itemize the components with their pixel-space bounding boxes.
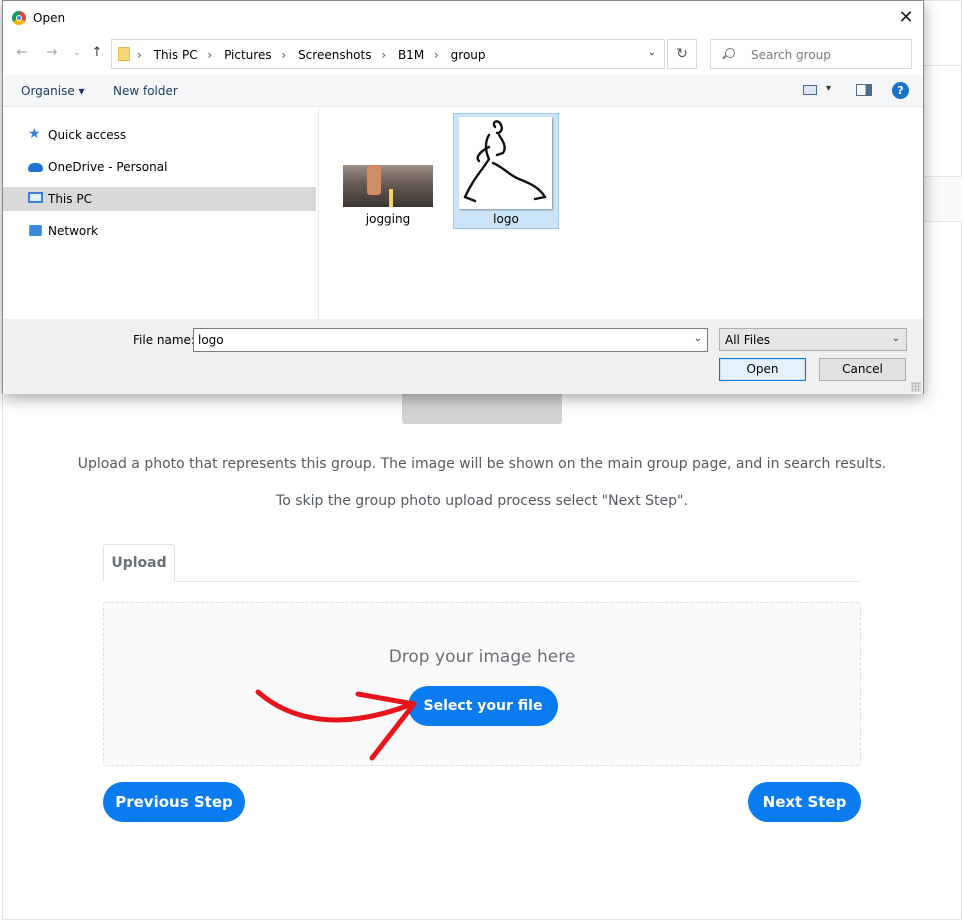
breadcrumb-b1m[interactable]: B1M [398,48,424,62]
tab-upload[interactable]: Upload [103,544,175,582]
breadcrumb-this-pc[interactable]: This PC [154,48,198,62]
sidebar-item-label: Quick access [48,128,127,142]
breadcrumb-group[interactable]: group [451,48,486,62]
address-bar[interactable]: › This PC › Pictures › Screenshots › B1M… [111,39,665,69]
jogging-thumbnail [343,165,433,207]
sidebar-item-network[interactable]: Network [3,219,316,243]
file-list: jogging logo [320,107,923,319]
breadcrumb-separator: › [281,48,287,62]
breadcrumb: › This PC › Pictures › Screenshots › B1M… [137,48,492,62]
next-step-button[interactable]: Next Step [748,782,861,822]
refresh-icon[interactable]: ↻ [667,39,697,69]
sidebar-item-label: OneDrive - Personal [48,160,168,174]
file-item-logo[interactable]: logo [453,113,559,229]
forward-arrow-icon[interactable]: → [43,45,61,60]
change-view-icon[interactable] [803,85,817,95]
view-options-dropdown-icon[interactable]: ▾ [826,83,831,94]
upload-description: Upload a photo that represents this grou… [77,456,887,472]
sidebar-item-label: Network [48,224,99,238]
breadcrumb-separator: › [137,48,142,62]
file-type-select[interactable]: All Files ⌄ [719,328,907,351]
preview-pane-icon[interactable] [856,84,872,96]
breadcrumb-separator: › [434,48,439,62]
group-photo-placeholder [402,392,562,424]
recent-locations-chevron-icon[interactable]: ⌄ [68,48,86,58]
dialog-title: Open [33,11,66,25]
file-name-field[interactable]: logo ⌄ [193,328,708,352]
search-icon [725,48,735,58]
organise-menu[interactable]: Organise ▾ [21,84,85,98]
computer-icon [28,192,43,203]
breadcrumb-screenshots[interactable]: Screenshots [298,48,371,62]
resize-grip-icon[interactable] [911,382,921,392]
navigation-bar: ← → ⌄ ↑ › This PC › Pictures › Screensho… [3,37,923,71]
page-tab-strip [924,176,962,222]
logo-thumbnail [459,117,552,209]
star-icon: ★ [28,126,41,142]
close-button[interactable]: ✕ [889,1,923,35]
file-name: logo [493,212,519,226]
navigation-pane: ★ Quick access OneDrive - Personal This … [3,107,319,319]
file-name-value: logo [198,333,224,347]
sidebar-item-quick-access[interactable]: ★ Quick access [3,123,316,147]
upload-tabs: Upload [103,544,861,582]
dialog-titlebar[interactable]: Open ✕ [3,1,923,35]
select-file-button[interactable]: Select your file [408,686,558,726]
image-dropzone[interactable]: Drop your image here Select your file [103,602,861,766]
breadcrumb-separator: › [381,48,387,62]
file-item-jogging[interactable]: jogging [339,157,437,229]
dialog-toolbar: Organise ▾ New folder ▾ ? [3,75,923,107]
back-arrow-icon[interactable]: ← [13,45,31,60]
cancel-button[interactable]: Cancel [819,358,906,381]
file-type-value: All Files [725,333,771,347]
page-header-divider [924,40,962,66]
search-input[interactable]: Search group [710,39,912,69]
up-arrow-icon[interactable]: ↑ [88,45,106,60]
address-dropdown-icon[interactable]: ⌄ [648,47,656,58]
previous-step-button[interactable]: Previous Step [103,782,245,822]
search-placeholder: Search group [751,48,831,62]
sidebar-item-this-pc[interactable]: This PC [3,187,316,211]
help-icon[interactable]: ? [892,82,909,99]
skip-instruction: To skip the group photo upload process s… [276,493,688,509]
chevron-down-icon: ⌄ [891,333,900,344]
cloud-icon [28,163,43,172]
new-folder-button[interactable]: New folder [113,84,178,98]
folder-icon [118,47,130,61]
drop-text: Drop your image here [388,647,576,667]
network-icon [29,224,42,237]
file-name-dropdown-icon[interactable]: ⌄ [694,333,702,344]
dialog-footer: File name: logo ⌄ All Files ⌄ Open Cance… [3,319,923,394]
file-name-label: File name: [133,333,195,347]
file-name: jogging [365,212,411,226]
runner-icon [463,120,547,203]
breadcrumb-separator: › [207,48,213,62]
open-file-dialog: Open ✕ ← → ⌄ ↑ › This PC › Pictures › Sc… [2,0,924,394]
breadcrumb-pictures[interactable]: Pictures [224,48,272,62]
sidebar-item-label: This PC [48,192,92,206]
sidebar-item-onedrive[interactable]: OneDrive - Personal [3,155,316,179]
open-button[interactable]: Open [719,358,806,381]
chrome-icon [12,11,26,25]
